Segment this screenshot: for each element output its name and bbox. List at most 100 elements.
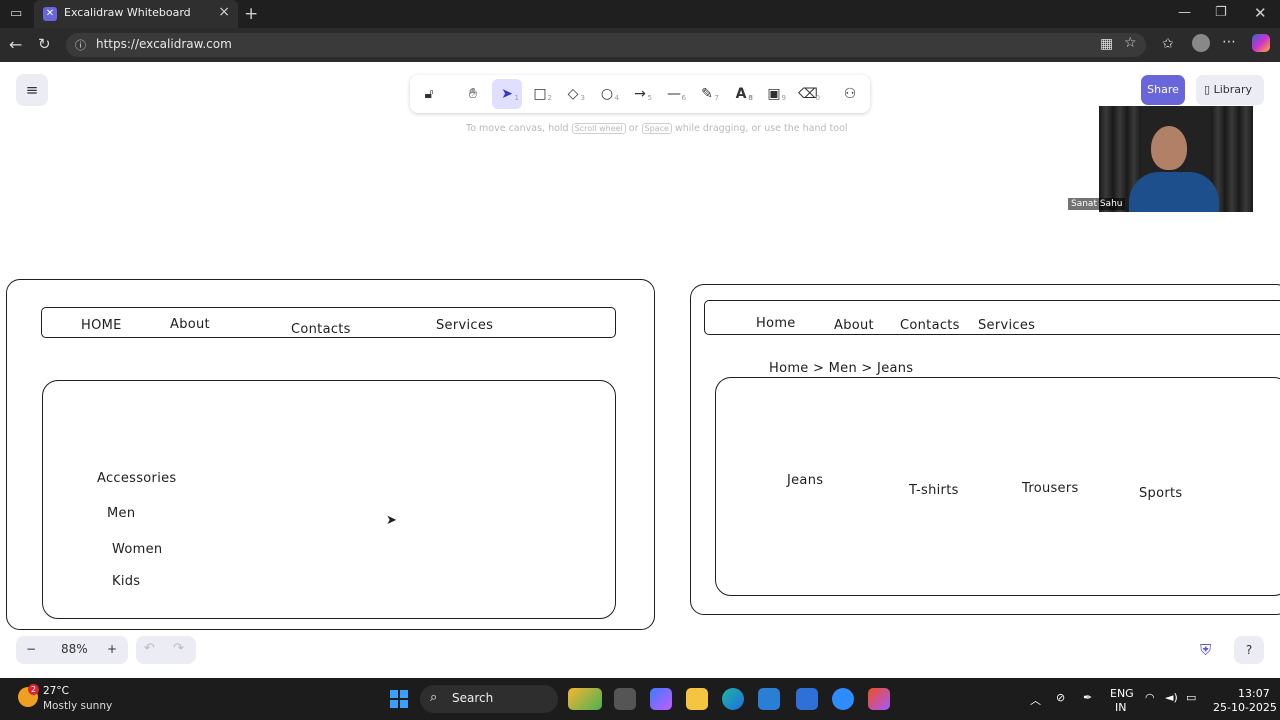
left-nav-about[interactable]: About — [170, 317, 210, 332]
start-button[interactable] — [390, 690, 408, 708]
favorites-icon[interactable]: ✩ — [1162, 36, 1174, 52]
eraser-icon[interactable]: ⌫ 0 — [793, 79, 823, 109]
profile-avatar-icon[interactable] — [1192, 34, 1210, 52]
close-window-icon[interactable]: ✕ — [1254, 4, 1267, 22]
copilot-app-icon[interactable] — [650, 688, 672, 710]
search-label: Search — [452, 691, 494, 705]
ellipse-icon[interactable]: ○ 4 — [592, 79, 622, 109]
image-icon[interactable]: ▣ 9 — [759, 79, 789, 109]
battery-icon[interactable]: ▭ — [1186, 691, 1196, 704]
left-nav-services[interactable]: Services — [436, 318, 493, 333]
site-info-icon[interactable]: ⓘ — [75, 37, 86, 53]
hint-key-space: Space — [641, 123, 672, 134]
library-button[interactable]: ▯ Library — [1196, 75, 1264, 105]
arrow-icon[interactable]: → 5 — [625, 79, 655, 109]
edge-browser-icon[interactable] — [722, 688, 744, 710]
file-explorer-icon[interactable] — [686, 688, 708, 710]
show-hidden-icons-icon[interactable]: ︿ — [1030, 692, 1041, 708]
text-icon[interactable]: A8 — [726, 79, 756, 109]
excalidraw-favicon-icon: ✕ — [43, 7, 57, 21]
line-icon[interactable]: —6 — [659, 79, 689, 109]
product-sports[interactable]: Sports — [1139, 486, 1182, 501]
main-menu-button[interactable]: ≡ — [16, 74, 48, 106]
copilot-icon[interactable] — [1252, 34, 1270, 52]
category-women[interactable]: Women — [112, 542, 162, 557]
left-nav-home[interactable]: HOME — [81, 318, 122, 333]
hint-or: or — [628, 123, 639, 134]
app-available-icon[interactable]: ▦ — [1100, 36, 1113, 52]
back-icon[interactable]: ← — [9, 35, 22, 54]
tab-actions-icon[interactable]: ▭ — [10, 6, 22, 21]
url-text: https://excalidraw.com — [96, 37, 232, 51]
pencil-icon[interactable]: ✎ 7 — [692, 79, 722, 109]
redo-icon[interactable]: ↷ — [173, 641, 184, 656]
vscode-icon[interactable] — [758, 688, 780, 710]
undo-redo-controls: ↶ ↷ — [136, 636, 196, 664]
lock-icon[interactable]: 🔓︎ — [414, 79, 444, 109]
pointer-icon[interactable]: ➤ 1 — [492, 79, 522, 109]
curtain-shape — [1239, 106, 1253, 212]
diamond-icon[interactable]: ◇ 3 — [558, 79, 588, 109]
product-trousers[interactable]: Trousers — [1022, 481, 1079, 496]
undo-icon[interactable]: ↶ — [144, 641, 155, 656]
lang-in[interactable]: IN — [1115, 701, 1126, 714]
lang-eng[interactable]: ENG — [1110, 687, 1134, 700]
clock-time[interactable]: 13:07 — [1238, 687, 1270, 700]
new-tab-icon[interactable]: + — [244, 4, 258, 24]
pen-icon[interactable]: ✒ — [1083, 691, 1092, 704]
browser-tab[interactable]: ✕ Excalidraw Whiteboard × — [34, 0, 238, 28]
curtain-shape — [1113, 106, 1127, 212]
zoom-level[interactable]: 88% — [61, 642, 88, 656]
curtain-shape — [1099, 106, 1113, 212]
person-head — [1151, 126, 1187, 170]
category-kids[interactable]: Kids — [112, 574, 140, 589]
right-nav-about[interactable]: About — [834, 318, 874, 333]
right-nav-contacts[interactable]: Contacts — [900, 318, 960, 333]
minimize-icon[interactable]: — — [1178, 5, 1191, 20]
maximize-icon[interactable]: ❐ — [1215, 5, 1227, 20]
category-accessories[interactable]: Accessories — [97, 471, 177, 486]
browser-tab-bar: ▭ ✕ Excalidraw Whiteboard × + — ❐ ✕ — [0, 0, 1280, 28]
person-body — [1129, 172, 1219, 212]
volume-icon[interactable]: ◄) — [1165, 691, 1178, 704]
camera-off-icon[interactable]: ⊘ — [1056, 691, 1065, 704]
weather-condition[interactable]: Mostly sunny — [43, 700, 112, 712]
search-icon: ⌕ — [430, 690, 438, 705]
weather-badge: 2 — [28, 684, 39, 695]
participant-video[interactable] — [1099, 106, 1253, 212]
category-men[interactable]: Men — [107, 506, 135, 521]
clock-date[interactable]: 25-10-2025 — [1213, 701, 1277, 714]
temperature[interactable]: 27°C — [43, 685, 69, 697]
share-button[interactable]: Share — [1141, 75, 1185, 105]
product-jeans[interactable]: Jeans — [787, 473, 823, 488]
favorite-star-icon[interactable]: ☆ — [1124, 35, 1137, 51]
address-bar: ← ↻ ⓘ https://excalidraw.com ▦ ☆ ✩ ⋯ — [0, 28, 1280, 62]
url-field[interactable]: ⓘ https://excalidraw.com ▦ ☆ — [66, 33, 1146, 57]
close-tab-icon[interactable]: × — [218, 4, 230, 20]
product-tshirts[interactable]: T-shirts — [909, 483, 959, 498]
refresh-icon[interactable]: ↻ — [38, 35, 51, 53]
shield-icon[interactable]: ⛨ — [1200, 641, 1218, 659]
hand-icon[interactable]: ✋︎ — [458, 79, 488, 109]
store-icon[interactable] — [796, 688, 818, 710]
task-view-icon[interactable] — [614, 688, 636, 710]
rectangle-icon[interactable]: □ 2 — [525, 79, 555, 109]
right-nav-home[interactable]: Home — [756, 316, 796, 331]
zoom-app-icon[interactable] — [832, 688, 854, 710]
right-nav-services[interactable]: Services — [978, 318, 1035, 333]
breadcrumb[interactable]: Home > Men > Jeans — [769, 361, 913, 376]
excalidraw-canvas[interactable]: ≡ 🔓︎ ✋︎ ➤ 1 □ 2 ◇ 3 ○ 4 → 5 —6 ✎ 7 A8 ▣ 9 ⌫ 0 ⚇ … — [0, 62, 1280, 678]
shape-toolbar: 🔓︎ ✋︎ ➤ 1 □ 2 ◇ 3 ○ 4 → 5 —6 ✎ 7 A8 ▣ 9 ⌫ 0 ⚇ — [410, 75, 870, 113]
left-nav-contacts[interactable]: Contacts — [291, 322, 351, 337]
canvas-hint: To move canvas, hold Scroll wheel or Spa… — [466, 123, 848, 134]
zoom-out-button[interactable]: − — [26, 642, 36, 656]
hint-prefix: To move canvas, hold — [466, 123, 569, 134]
wifi-icon[interactable]: ◠ — [1145, 691, 1155, 704]
widgets-icon[interactable] — [568, 688, 602, 710]
zoom-in-button[interactable]: + — [107, 642, 117, 656]
taskbar-search[interactable]: ⌕ Search — [420, 685, 558, 713]
extra-tools-icon[interactable]: ⚇ — [835, 79, 865, 109]
figma-icon[interactable] — [868, 688, 890, 710]
help-button[interactable]: ? — [1234, 636, 1264, 664]
more-menu-icon[interactable]: ⋯ — [1222, 34, 1236, 50]
